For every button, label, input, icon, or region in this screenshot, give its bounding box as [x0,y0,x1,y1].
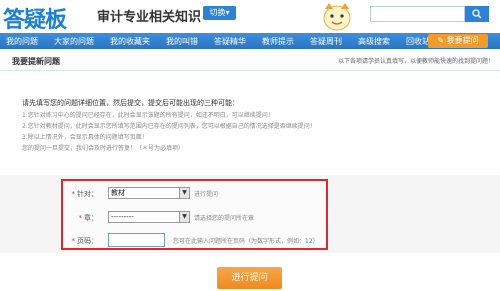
instruction-line: 您的提问一旦提交，我们会及时进行答复！（＊号为必填项） [22,145,185,152]
page-label: * 页码： [71,237,99,245]
nav-recycle-bin[interactable]: 回收站 [406,36,430,47]
instruction-line: 1.您针对练习中心的提问已经存在，此时会显示该题的所有提问，如还不明白，可以继续… [22,112,274,119]
instruction-line: 2.您针对教材提问，此时会显示您所填写范围内已存在的提问列表，您可以根据自己的情… [22,123,316,130]
main-nav: 我的问题 大家的问题 我的收藏夹 我的叫错 答疑精华 教师提示 答疑周刊 高级搜… [0,33,500,49]
section-header: 我要提新问题 以下各项请学员认真填写，以便教师能快速的找到提问题！ [0,50,500,71]
instruction-line: 3.除以上情况外，会显示具体的问题填写页面！ [22,134,148,141]
nav-advanced-search[interactable]: 高级搜索 [358,36,390,47]
chapter-hint: 请选择您的提问所在章 [194,215,255,222]
submit-question-button[interactable]: 进行提问 [217,267,282,289]
instructions: 请先填写您的问题详细位置，然后提交，提交后可能出现的三种可能： 1.您针对练习中… [22,98,482,154]
chapter-row: * 章： --------- ▼ 请选择您的提问所在章 [63,211,326,225]
nav-teacher-tips[interactable]: 教师提示 [262,36,294,47]
site-title: 审计专业相关知识 [97,10,202,25]
search-icon [472,9,482,19]
page-number-input[interactable] [108,233,165,247]
pencil-icon: ✎ [437,36,447,45]
question-location-form: * 针对： 教材 ▼ 进行提问 * 章： --------- ▼ 请选择您的提问所在… [61,179,328,250]
chapter-select-value: --------- [111,213,134,221]
target-select-value: 教材 [111,189,125,197]
nav-my-errors[interactable]: 我的叫错 [166,36,198,47]
ask-question-label: 我要提问 [446,36,479,45]
nav-everyone-questions[interactable]: 大家的问题 [54,36,94,47]
search-input[interactable] [370,6,465,22]
chevron-down-icon: ▼ [179,212,189,222]
target-select[interactable]: 教材 ▼ [108,187,190,199]
target-label: * 针对： [71,190,99,198]
switch-button[interactable]: 切换▾ [203,6,236,20]
nav-weekly[interactable]: 答疑周刊 [310,36,342,47]
site-logo[interactable]: 答疑板 [3,2,67,34]
chevron-down-icon: ▼ [179,188,189,198]
section-title: 我要提新问题 [12,57,60,66]
nav-my-questions[interactable]: 我的问题 [6,36,38,47]
ask-question-button[interactable]: ✎ 我要提问 [428,34,488,48]
page-row: * 页码： 您可在此输入问题所在页码（为数字形式，例如：12） [63,233,326,248]
chapter-select[interactable]: --------- ▼ [108,211,190,223]
chapter-label: * 章： [78,214,99,222]
section-note: 以下各项请学员认真填写，以便教师能快速的找到提问题！ [337,58,494,65]
page-hint: 您可在此输入问题所在页码（为数字形式，例如：12） [173,238,319,245]
top-bar: 答疑板 审计专业相关知识 切换▾ [0,0,500,33]
target-hint: 进行提问 [194,191,219,198]
search-button[interactable] [465,6,489,22]
target-row: * 针对： 教材 ▼ 进行提问 [63,187,326,201]
instructions-heading: 请先填写您的问题详细位置，然后提交，提交后可能出现的三种可能： [22,99,239,107]
nav-featured[interactable]: 答疑精华 [214,36,246,47]
nav-favorites[interactable]: 我的收藏夹 [110,36,150,47]
mascot-illustration [315,0,359,33]
